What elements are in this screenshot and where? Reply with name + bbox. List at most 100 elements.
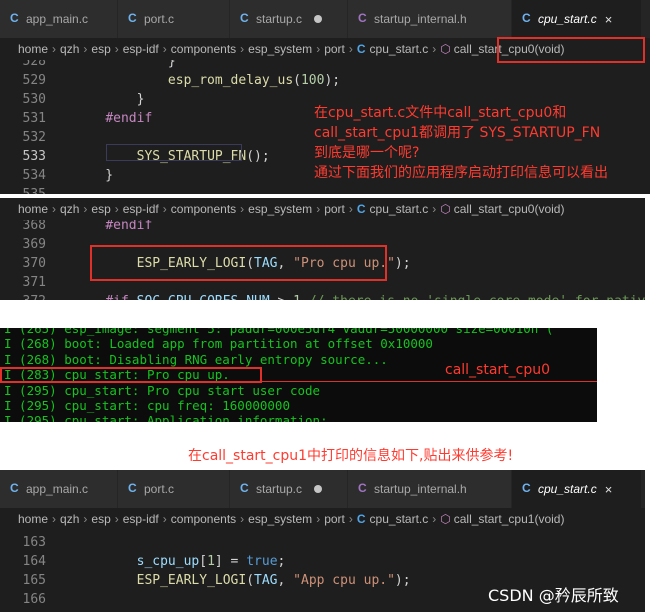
line-number: 371: [22, 275, 46, 290]
terminal-line: I (295) cpu_start: Application informati…: [4, 413, 328, 422]
tab-app-main-c[interactable]: Capp_main.c: [0, 470, 118, 508]
c-file-icon: C: [240, 11, 249, 25]
breadcrumb-item[interactable]: esp_system: [248, 42, 312, 56]
code-line: 372 #if SOC_CPU_CORES_NUM > 1 // there i…: [0, 292, 645, 300]
c-file-icon: C: [522, 481, 531, 495]
c-file-icon: C: [240, 481, 249, 495]
tab-label: cpu_start.c: [538, 12, 597, 26]
breadcrumb-item[interactable]: esp: [91, 202, 110, 216]
editor-panel-2: home › qzh › esp › esp-idf › components › esp_syst…: [0, 198, 645, 300]
chevron-right-icon: ›: [114, 202, 119, 216]
tab-startup-internal-h[interactable]: Cstartup_internal.h: [348, 470, 512, 508]
highlight-box-sys-startup-fn: [106, 144, 242, 161]
breadcrumb-item[interactable]: qzh: [60, 42, 79, 56]
chevron-right-icon: ›: [162, 202, 167, 216]
c-file-icon: C: [522, 11, 531, 25]
terminal-line: I (268) boot: Disabling RNG early entrop…: [4, 351, 388, 367]
symbol-method-icon: ⬡: [440, 202, 451, 216]
code-text: }: [74, 92, 145, 107]
annotation-line: 到底是哪一个呢?: [314, 145, 420, 161]
breadcrumb-item[interactable]: qzh: [60, 202, 79, 216]
breadcrumb: home › qzh › esp › esp-idf › components › esp_syst…: [0, 508, 645, 530]
h-file-icon: C: [358, 11, 367, 25]
breadcrumb-item[interactable]: home: [18, 202, 48, 216]
tab-port-c[interactable]: Cport.c: [118, 470, 230, 508]
code-text: #if SOC_CPU_CORES_NUM > 1 // there is no…: [74, 294, 645, 300]
breadcrumb-item[interactable]: port: [324, 42, 345, 56]
breadcrumb-item[interactable]: cpu_start.c: [370, 202, 429, 216]
terminal-line: I (295) cpu_start: Pro cpu start user co…: [4, 382, 321, 398]
breadcrumb-item[interactable]: esp-idf: [123, 42, 159, 56]
breadcrumb-item[interactable]: call_start_cpu0(void): [454, 202, 565, 216]
terminal-line: I (268) boot: Loaded app from partition …: [4, 336, 433, 352]
tab-app-main-c[interactable]: Capp_main.c: [0, 0, 118, 38]
tab-label: startup_internal.h: [374, 482, 467, 496]
chevron-right-icon: ›: [162, 512, 167, 526]
line-number: 370: [22, 256, 46, 271]
highlight-box-pro-cpu-up: [90, 245, 387, 281]
highlight-underline: [262, 381, 597, 382]
symbol-method-icon: ⬡: [440, 512, 451, 526]
code-line: 163: [0, 533, 645, 552]
line-number: 531: [22, 111, 46, 126]
c-file-icon: C: [356, 512, 366, 526]
editor-panel-4: Capp_main.c Cport.c Cstartup.c Cstartup_int…: [0, 470, 645, 612]
code-text: #endif: [105, 111, 153, 126]
terminal-output: I (265) esp_image: segment 5: paddr=000e…: [0, 328, 597, 422]
breadcrumb-item[interactable]: components: [171, 42, 236, 56]
tab-label: startup_internal.h: [374, 12, 467, 26]
breadcrumb-item[interactable]: esp: [91, 512, 110, 526]
breadcrumb-item[interactable]: esp-idf: [123, 512, 159, 526]
chevron-right-icon: ›: [316, 202, 321, 216]
line-number: 533: [22, 149, 46, 164]
code-text: esp_rom_delay_us(100);: [167, 73, 341, 88]
line-number: 368: [22, 220, 46, 233]
breadcrumb-item[interactable]: esp: [91, 42, 110, 56]
close-icon[interactable]: ×: [605, 482, 613, 497]
tab-label: port.c: [144, 482, 175, 496]
line-number: 530: [22, 92, 46, 107]
chevron-right-icon: ›: [348, 42, 353, 56]
breadcrumb-item[interactable]: components: [171, 202, 236, 216]
breadcrumb-item[interactable]: qzh: [60, 512, 79, 526]
tab-startup-c[interactable]: Cstartup.c: [230, 0, 348, 38]
code-line: 529 esp_rom_delay_us(100);: [0, 71, 650, 90]
unsaved-dot-icon: [314, 15, 323, 23]
chevron-right-icon: ›: [432, 512, 437, 526]
breadcrumb-item[interactable]: port: [324, 202, 345, 216]
tab-label: startup.c: [256, 12, 303, 26]
breadcrumb-item[interactable]: components: [171, 512, 236, 526]
tab-port-c[interactable]: Cport.c: [118, 0, 230, 38]
line-number: 528: [22, 60, 46, 69]
breadcrumb-item[interactable]: cpu_start.c: [370, 512, 429, 526]
tab-cpu-start-c[interactable]: Ccpu_start.c ×: [512, 470, 642, 508]
tab-startup-c[interactable]: Cstartup.c: [230, 470, 348, 508]
tab-startup-internal-h[interactable]: Cstartup_internal.h: [348, 0, 512, 38]
breadcrumb-item[interactable]: esp_system: [248, 512, 312, 526]
breadcrumb-item[interactable]: cpu_start.c: [370, 42, 429, 56]
breadcrumb-item[interactable]: home: [18, 512, 48, 526]
chevron-right-icon: ›: [83, 202, 88, 216]
chevron-right-icon: ›: [348, 512, 353, 526]
symbol-method-icon: ⬡: [440, 42, 451, 56]
watermark: CSDN @矜辰所致: [488, 586, 619, 605]
annotation-note: 在cpu_start.c文件中call_start_cpu0和 call_star…: [314, 103, 608, 183]
code-text: }: [74, 60, 176, 69]
chevron-right-icon: ›: [432, 42, 437, 56]
breadcrumb-item[interactable]: call_start_cpu1(void): [454, 512, 565, 526]
breadcrumb-item[interactable]: home: [18, 42, 48, 56]
editor-panel-1: Capp_main.c Cport.c Cstartup.c Cstartup_int…: [0, 0, 650, 194]
breadcrumb-item[interactable]: esp-idf: [123, 202, 159, 216]
chevron-right-icon: ›: [83, 42, 88, 56]
chevron-right-icon: ›: [162, 42, 167, 56]
chevron-right-icon: ›: [240, 512, 245, 526]
c-file-icon: C: [356, 202, 366, 216]
tab-cpu-start-c[interactable]: Ccpu_start.c ×: [512, 0, 642, 38]
tab-label: cpu_start.c: [538, 482, 597, 496]
c-file-icon: C: [356, 42, 366, 56]
close-icon[interactable]: ×: [605, 12, 613, 27]
terminal-line: I (295) cpu_start: cpu freq: 160000000: [4, 398, 290, 413]
breadcrumb-item[interactable]: esp_system: [248, 202, 312, 216]
annotation-line: call_start_cpu1都调用了 SYS_STARTUP_FN: [314, 125, 601, 141]
breadcrumb-item[interactable]: port: [324, 512, 345, 526]
